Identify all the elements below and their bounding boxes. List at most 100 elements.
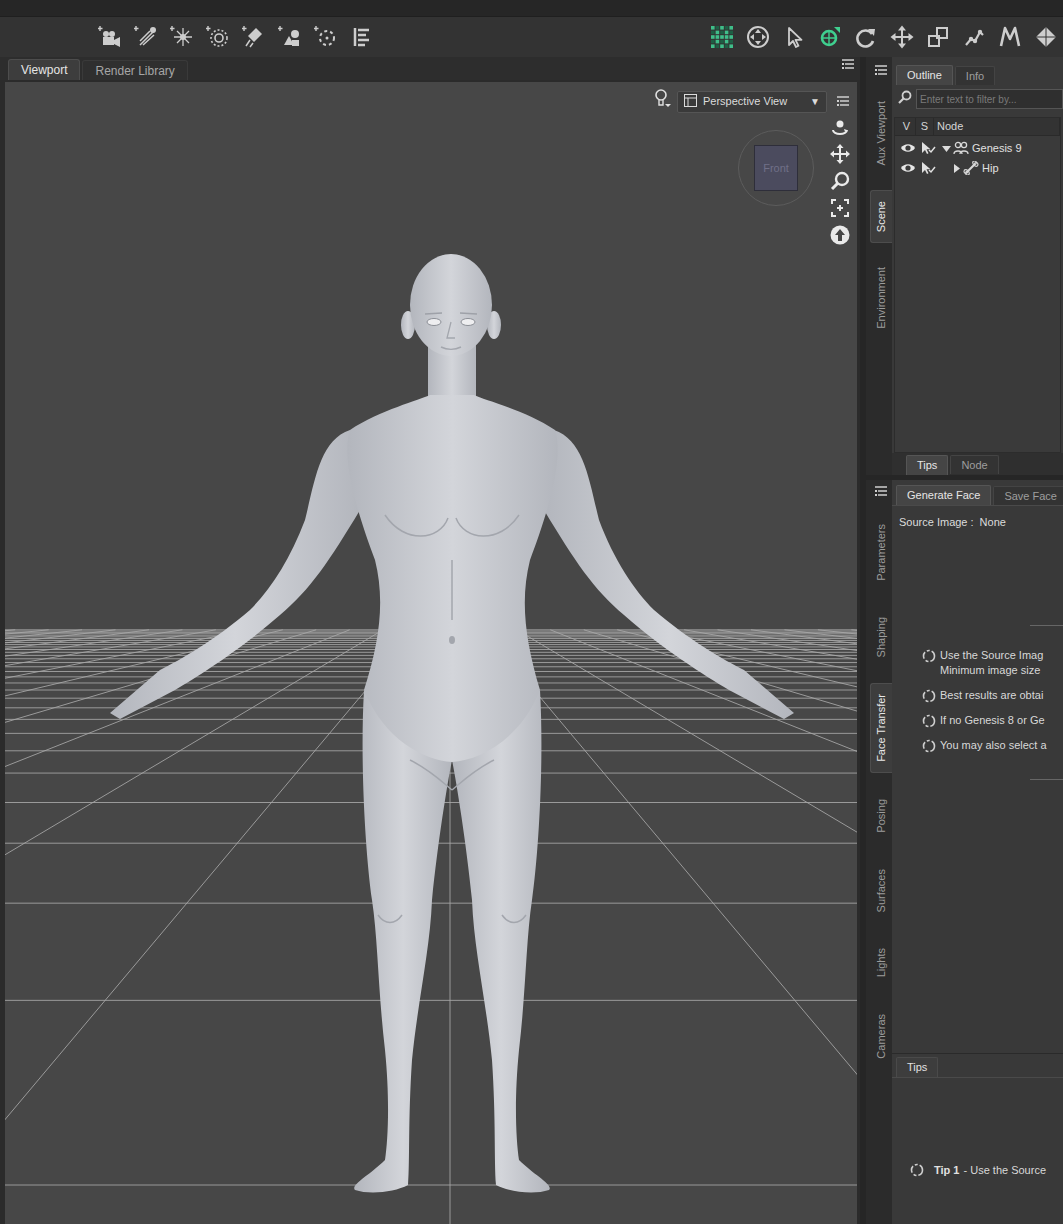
instruction-text: You may also select a: [940, 738, 1047, 753]
filter-field[interactable]: [916, 89, 1063, 109]
tip: Tip 1- Use the Source: [892, 1162, 1063, 1179]
zoom-icon[interactable]: [829, 170, 851, 192]
node-tree: Genesis 9 Hip: [895, 136, 1060, 178]
align-icon[interactable]: [350, 25, 374, 49]
side-tab[interactable]: Shaping: [870, 607, 892, 667]
panel-tab[interactable]: Viewport: [8, 59, 80, 80]
distant-light-icon[interactable]: [206, 25, 230, 49]
side-tab-label: Scene: [873, 201, 890, 232]
side-tab[interactable]: Surfaces: [870, 859, 892, 922]
face-transfer-tab[interactable]: Generate Face: [896, 485, 991, 505]
navigate-icon[interactable]: [746, 25, 770, 49]
figure-icon: [953, 141, 969, 155]
scene-render[interactable]: [5, 82, 857, 1224]
viewport-menu-icon[interactable]: [837, 95, 849, 107]
viewport-options-icon[interactable]: [653, 88, 671, 108]
visibility-eye-icon[interactable]: [899, 141, 917, 155]
scene-bottom-tab[interactable]: Tips: [906, 455, 948, 475]
panel-tabs: ViewportRender Library: [8, 59, 188, 80]
instruction-text: Use the Source Imag: [940, 648, 1043, 663]
instruction-text: Best results are obtai: [940, 688, 1043, 703]
viewport[interactable]: Perspective View ▼ Front: [5, 82, 857, 1224]
source-image-value[interactable]: None: [980, 514, 1006, 531]
frame-icon[interactable]: [829, 197, 851, 219]
morph-tool-icon[interactable]: [998, 25, 1022, 49]
instructions: Use the Source ImagMinimum image size Bes…: [892, 648, 1063, 753]
node-label[interactable]: Hip: [982, 160, 999, 177]
instruction-item: Best results are obtai: [922, 688, 1063, 703]
side-tab-label: Aux Viewport: [873, 101, 890, 166]
side-tab-label: Face Transfer: [873, 694, 890, 762]
side-tab[interactable]: Cameras: [870, 1004, 892, 1069]
linear-light-icon[interactable]: [242, 25, 266, 49]
geometry-tool-icon[interactable]: [1034, 25, 1058, 49]
navigation-cube[interactable]: Front: [738, 130, 814, 206]
side-tab[interactable]: Lights: [870, 938, 892, 987]
divider: [1030, 625, 1063, 626]
rotate-icon[interactable]: [854, 25, 878, 49]
tip-text: - Use the Source: [963, 1162, 1046, 1179]
selectable-icon[interactable]: [919, 141, 937, 155]
column-header-cell[interactable]: V: [898, 118, 916, 135]
pane-menu-icon[interactable]: [870, 484, 892, 498]
tree-row[interactable]: Hip: [895, 158, 1060, 178]
side-tab-label: Lights: [873, 948, 890, 977]
title-strip: [0, 0, 1063, 17]
tree-row[interactable]: Genesis 9: [895, 138, 1060, 158]
scene-tab[interactable]: Info: [955, 66, 995, 85]
tip-bullet-icon: [910, 1163, 924, 1177]
bullet-icon: [922, 649, 936, 663]
tips-tab[interactable]: Tips: [896, 1057, 938, 1077]
pan-icon[interactable]: [829, 143, 851, 165]
tip-title: Tip 1: [934, 1162, 959, 1179]
column-header-cell[interactable]: Node: [934, 118, 1060, 135]
reset-view-icon[interactable]: [829, 224, 851, 246]
scene-tabs: OutlineInfo: [892, 57, 1063, 85]
side-tab[interactable]: Parameters: [870, 514, 892, 591]
expand-arrow-icon[interactable]: [951, 163, 961, 173]
side-tab-label: Parameters: [873, 524, 890, 581]
spotlight-icon[interactable]: [134, 25, 158, 49]
camera-dropdown[interactable]: Perspective View ▼: [677, 91, 827, 113]
visibility-eye-icon[interactable]: [899, 161, 917, 175]
column-header-cell[interactable]: S: [916, 118, 934, 135]
universal-tool-icon[interactable]: [818, 25, 842, 49]
panel-menu-icon[interactable]: [842, 58, 854, 70]
side-tab[interactable]: Aux Viewport: [870, 91, 892, 176]
point-light-icon[interactable]: [170, 25, 194, 49]
move-icon[interactable]: [890, 25, 914, 49]
pane-menu-icon[interactable]: [870, 63, 892, 77]
instruction-item: If no Genesis 8 or Ge: [922, 713, 1063, 728]
primitive-icon[interactable]: [278, 25, 302, 49]
main-toolbar: [0, 17, 1063, 57]
scale-icon[interactable]: [926, 25, 950, 49]
scene-bottom-tab[interactable]: Node: [950, 455, 998, 474]
cube-face-label: Front: [763, 160, 789, 177]
selectable-icon[interactable]: [919, 161, 937, 175]
draw-style-icon[interactable]: [710, 25, 734, 49]
side-tab-label: Posing: [873, 799, 890, 833]
side-tab-strip: Aux Viewport Scene Environment: [866, 57, 892, 475]
joint-editor-icon[interactable]: [962, 25, 986, 49]
scene-tab[interactable]: Outline: [896, 65, 953, 85]
node-label[interactable]: Genesis 9: [972, 140, 1022, 157]
viewport-panel: ViewportRender Library Perspective View …: [0, 57, 860, 1224]
camera-icon[interactable]: [98, 25, 122, 49]
side-tab[interactable]: Environment: [870, 257, 892, 339]
viewport-tools: [710, 25, 1058, 49]
collapse-arrow-icon[interactable]: [941, 143, 951, 153]
instruction-item: Use the Source ImagMinimum image size: [922, 648, 1063, 678]
side-tab[interactable]: Face Transfer: [870, 683, 892, 773]
side-tab-strip: Parameters Shaping Face Transfer Posing Surf…: [866, 480, 892, 1224]
side-tab[interactable]: Posing: [870, 789, 892, 843]
select-cursor-icon[interactable]: [782, 25, 806, 49]
face-transfer-tab[interactable]: Save Face: [993, 486, 1063, 505]
source-image-label: Source Image :: [899, 514, 974, 531]
dropdown-arrow[interactable]: ▼: [810, 94, 820, 109]
bullet-icon: [922, 714, 936, 728]
null-node-icon[interactable]: [314, 25, 338, 49]
side-tab-label: Surfaces: [873, 869, 890, 912]
side-tab[interactable]: Scene: [870, 190, 892, 243]
panel-tab[interactable]: Render Library: [82, 60, 187, 80]
orbit-icon[interactable]: [829, 116, 851, 138]
